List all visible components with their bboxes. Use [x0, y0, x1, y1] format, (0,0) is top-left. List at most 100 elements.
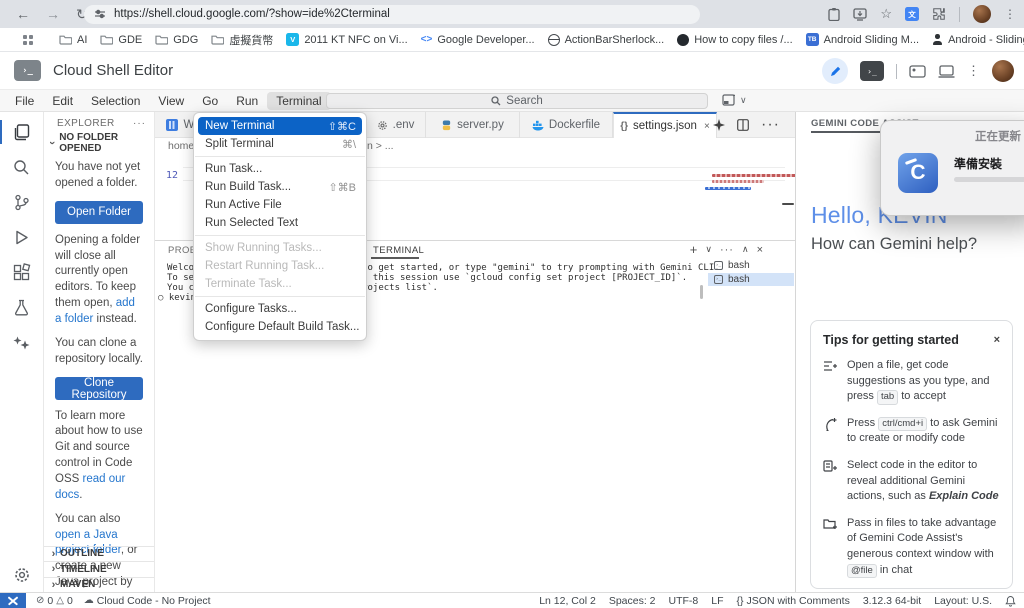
bookmark-ai[interactable]: AI: [59, 34, 87, 46]
menu-item-new-terminal[interactable]: New Terminal ⇧⌘C: [198, 117, 362, 135]
tab-dockerfile[interactable]: Dockerfile: [520, 112, 613, 138]
bookmark-how-to-copy[interactable]: How to copy files /...: [677, 33, 793, 46]
activity-gemini-icon[interactable]: [2, 328, 42, 356]
maven-section[interactable]: › MAVEN: [44, 576, 154, 593]
tab-settings-json[interactable]: {} settings.json ×: [613, 112, 717, 138]
person-icon: [932, 34, 943, 45]
browser-toolbar: ← → ↻ https://shell.cloud.google.com/?sh…: [0, 0, 1024, 28]
cloud-code-status[interactable]: ☁ Cloud Code - No Project: [84, 595, 211, 607]
browser-menu-icon[interactable]: ⋮: [1004, 7, 1016, 21]
menu-view[interactable]: View: [149, 92, 193, 110]
web-preview-icon[interactable]: [909, 64, 926, 78]
bookmark-google-developer[interactable]: <> Google Developer...: [421, 34, 535, 46]
indentation[interactable]: Spaces: 2: [609, 595, 656, 607]
remote-indicator[interactable]: [0, 593, 26, 608]
browser-profile-avatar[interactable]: [973, 5, 991, 23]
close-panel-icon[interactable]: ×: [757, 244, 763, 256]
language-mode[interactable]: {} JSON with Comments: [737, 595, 850, 607]
editor-mode-button[interactable]: [822, 58, 848, 84]
bookmark-android-sliding-menu[interactable]: TB Android Sliding M...: [805, 33, 919, 46]
problems-status[interactable]: ⊘ 0 △ 0: [36, 595, 73, 607]
header-more-icon[interactable]: ⋮: [967, 63, 980, 79]
address-bar[interactable]: https://shell.cloud.google.com/?show=ide…: [84, 4, 700, 24]
menu-edit[interactable]: Edit: [43, 92, 82, 110]
panel-scrollbar[interactable]: [700, 285, 703, 299]
cursor-position[interactable]: Ln 12, Col 2: [539, 595, 596, 607]
bookmark-android-sliding[interactable]: Android - Sliding...: [932, 34, 1024, 46]
folder-icon: [155, 35, 169, 45]
file-chip: @file: [847, 563, 877, 579]
panel-more-icon[interactable]: ···: [720, 244, 734, 256]
activity-extensions-icon[interactable]: [2, 258, 42, 286]
python-version[interactable]: 3.12.3 64-bit: [863, 595, 921, 607]
maximize-panel-icon[interactable]: ∧: [742, 244, 749, 255]
menu-item-run-task[interactable]: Run Task...: [194, 160, 366, 178]
encoding[interactable]: UTF-8: [669, 595, 699, 607]
close-tab-icon[interactable]: ×: [704, 121, 710, 132]
panel-actions: + ∨ ··· ∧ ×: [690, 242, 763, 257]
apps-grid-icon[interactable]: [23, 34, 33, 45]
menu-item-run-active-file[interactable]: Run Active File: [194, 196, 366, 214]
editor-more-icon[interactable]: ···: [761, 116, 780, 134]
tab-server-py[interactable]: server.py: [426, 112, 520, 138]
menu-go[interactable]: Go: [193, 92, 227, 110]
translate-icon[interactable]: 文: [905, 7, 919, 21]
bookmark-gdg[interactable]: GDG: [155, 34, 198, 46]
menu-item-split-terminal[interactable]: Split Terminal ⌘\: [194, 135, 366, 153]
site-settings-icon[interactable]: [94, 8, 106, 20]
no-folder-opened-section[interactable]: › NO FOLDER OPENED: [44, 132, 154, 154]
search-icon: [491, 96, 501, 106]
activity-explorer-icon[interactable]: [0, 118, 42, 146]
forward-icon[interactable]: →: [46, 7, 60, 21]
menu-terminal[interactable]: Terminal: [267, 91, 331, 110]
account-avatar[interactable]: [992, 60, 1014, 82]
activity-search-icon[interactable]: [2, 153, 42, 181]
bookmark-vimeo[interactable]: V 2011 KT NFC on Vi...: [286, 33, 408, 46]
outline-section[interactable]: › OUTLINE: [44, 545, 154, 562]
eol-type[interactable]: LF: [711, 595, 723, 607]
settings-gear-icon[interactable]: [0, 566, 44, 584]
menu-item-configure-tasks[interactable]: Configure Tasks...: [194, 300, 366, 318]
tips-title: Tips for getting started: [823, 333, 959, 347]
activity-testing-icon[interactable]: [2, 293, 42, 321]
menu-item-run-selected-text[interactable]: Run Selected Text: [194, 214, 366, 232]
bookmark-gde[interactable]: GDE: [100, 34, 142, 46]
install-app-icon[interactable]: [853, 7, 867, 21]
menu-run[interactable]: Run: [227, 92, 267, 110]
back-icon[interactable]: ←: [16, 7, 30, 21]
open-terminal-button[interactable]: ›_: [860, 61, 884, 81]
terminal-icon: ›_: [714, 274, 723, 284]
new-terminal-icon[interactable]: +: [690, 242, 698, 257]
bookmark-star-icon[interactable]: ☆: [880, 6, 892, 22]
menu-item-run-build-task[interactable]: Run Build Task... ⇧⌘B: [194, 178, 366, 196]
explorer-more-icon[interactable]: ···: [133, 118, 146, 129]
bookmark-actionbarsherlock[interactable]: ActionBarSherlock...: [547, 33, 664, 46]
notifications-bell-icon[interactable]: [1005, 595, 1016, 607]
activity-run-debug-icon[interactable]: [2, 223, 42, 251]
clone-repository-button[interactable]: Clone Repository: [55, 376, 143, 401]
open-folder-button[interactable]: Open Folder: [55, 200, 143, 224]
activity-source-control-icon[interactable]: [2, 188, 42, 216]
menu-selection[interactable]: Selection: [82, 92, 149, 110]
menu-item-configure-default-build-task[interactable]: Configure Default Build Task...: [194, 318, 366, 336]
extensions-icon[interactable]: [932, 7, 946, 21]
layout-control[interactable]: ∨: [722, 94, 747, 106]
terminal-session-bash-1[interactable]: ›_ bash: [708, 259, 794, 273]
session-window-icon[interactable]: [938, 64, 955, 78]
menu-file[interactable]: File: [6, 92, 43, 110]
tab-env[interactable]: .env: [366, 112, 426, 138]
terminal-dropdown-icon[interactable]: ∨: [705, 244, 712, 255]
search-input[interactable]: Search: [326, 93, 708, 109]
header-actions: ›_ ⋮: [822, 52, 1014, 90]
bookmark-crypto[interactable]: 虛擬貨幣: [211, 32, 273, 48]
keyboard-layout[interactable]: Layout: U.S.: [934, 595, 992, 607]
terminal-session-bash-2[interactable]: ›_ bash: [708, 272, 794, 286]
gemini-sparkle-icon[interactable]: [713, 119, 726, 131]
share-icon[interactable]: [828, 7, 840, 21]
warnings-icon: △: [56, 595, 64, 606]
tab-terminal[interactable]: TERMINAL: [373, 245, 424, 256]
close-tips-icon[interactable]: ×: [994, 334, 1000, 346]
timeline-section[interactable]: › TIMELINE: [44, 561, 154, 577]
code-icon: <>: [420, 34, 433, 45]
split-editor-icon[interactable]: [737, 119, 749, 131]
